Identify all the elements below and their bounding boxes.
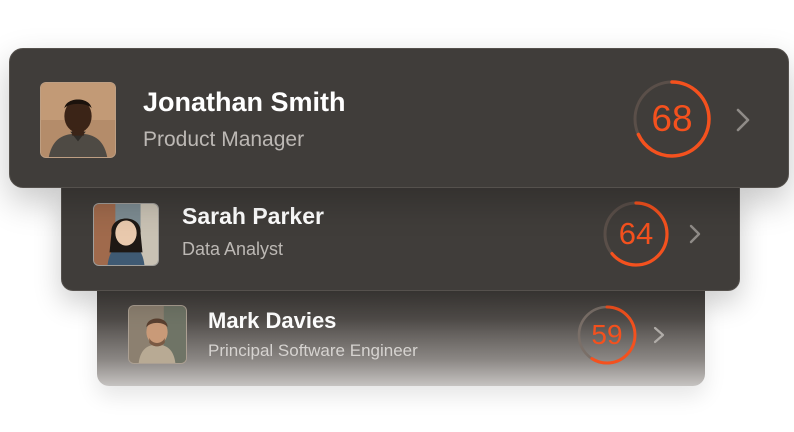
person-name: Mark Davies [208, 308, 337, 333]
chevron-right-icon[interactable] [687, 223, 703, 245]
avatar-photo [41, 83, 115, 157]
person-role: Data Analyst [182, 239, 284, 259]
score-value: 68 [651, 98, 693, 139]
score-ring: 59 [576, 304, 638, 366]
person-name: Jonathan Smith [143, 87, 346, 117]
chevron-right-icon[interactable] [652, 325, 666, 345]
avatar [40, 82, 116, 158]
profile-card-mark-davies[interactable]: Mark Davies Principal Software Engineer … [97, 290, 705, 386]
score-ring: 68 [632, 79, 712, 159]
person-role: Product Manager [143, 128, 305, 151]
score-ring: 64 [602, 200, 670, 268]
profile-card-jonathan-smith[interactable]: Jonathan Smith Product Manager 68 [9, 48, 789, 188]
score-value: 59 [591, 319, 623, 350]
person-role: Principal Software Engineer [208, 341, 418, 360]
chevron-right-icon[interactable] [734, 107, 752, 133]
profile-card-sarah-parker[interactable]: Sarah Parker Data Analyst 64 [61, 186, 740, 291]
person-name: Sarah Parker [182, 203, 324, 229]
avatar [93, 203, 159, 266]
avatar-photo [94, 204, 158, 265]
avatar-photo [129, 306, 186, 363]
score-value: 64 [618, 216, 654, 251]
avatar [128, 305, 187, 364]
